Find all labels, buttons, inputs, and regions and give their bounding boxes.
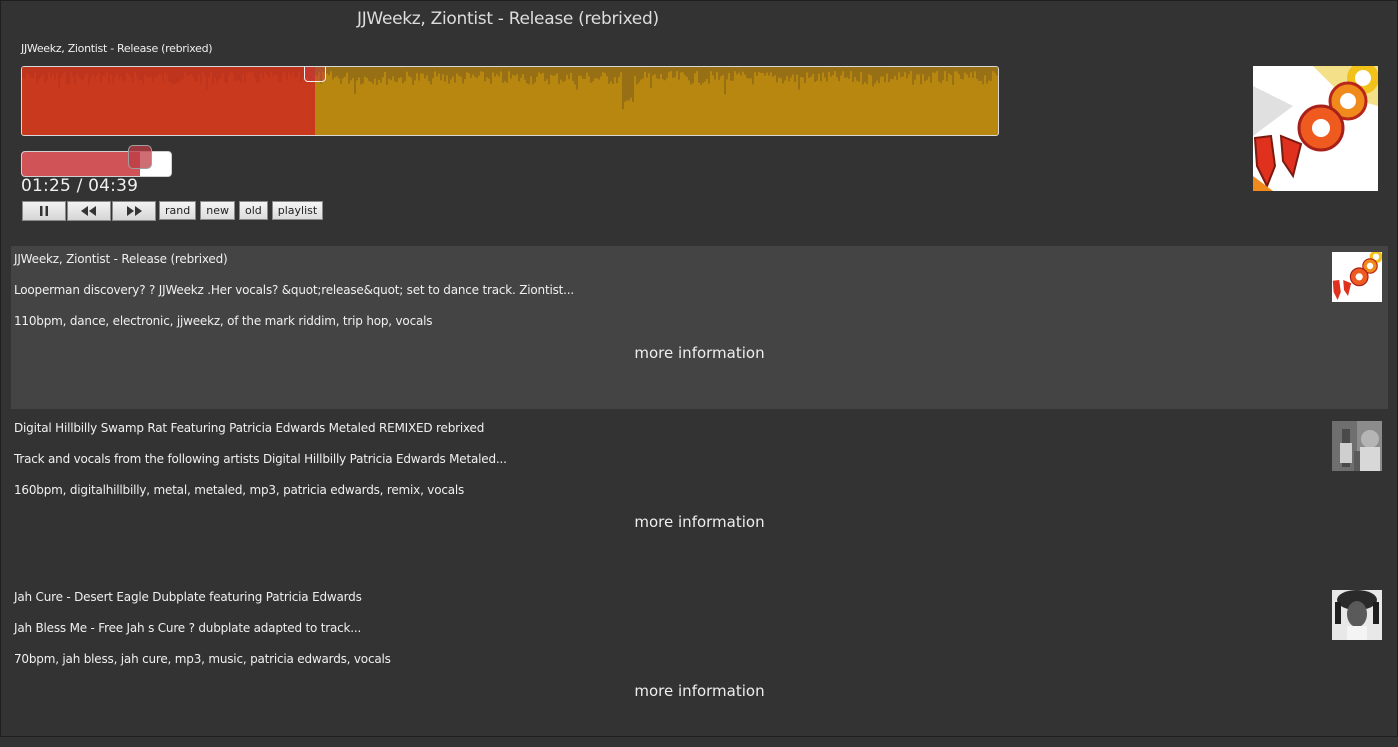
fast-forward-button[interactable]: [112, 201, 156, 221]
pause-icon: [40, 206, 48, 216]
track-tags: 70bpm, jah bless, jah cure, mp3, music, …: [14, 652, 391, 666]
track-description: Track and vocals from the following arti…: [14, 452, 507, 466]
vroom-artwork: [1253, 62, 1379, 191]
page-title: JJWeekz, Ziontist - Release (rebrixed): [357, 9, 659, 29]
volume-handle[interactable]: [127, 145, 152, 169]
transport-controls: [22, 201, 157, 221]
volume-slider[interactable]: [21, 145, 172, 177]
photo-thumbnail: [1332, 421, 1382, 471]
volume-fill: [22, 152, 140, 176]
more-information-link[interactable]: more information: [11, 513, 1388, 531]
track-thumbnail[interactable]: [1332, 590, 1382, 640]
pause-button[interactable]: [22, 201, 66, 221]
track-tags: 110bpm, dance, electronic, jjweekz, of t…: [14, 314, 433, 328]
track-tags: 160bpm, digitalhillbilly, metal, metaled…: [14, 483, 465, 497]
new-button[interactable]: new: [200, 201, 235, 220]
time-display: 01:25 / 04:39: [21, 176, 139, 196]
more-information-link[interactable]: more information: [11, 344, 1388, 362]
rand-button[interactable]: rand: [159, 201, 197, 220]
track-item[interactable]: JJWeekz, Ziontist - Release (rebrixed) L…: [11, 246, 1388, 409]
old-button[interactable]: old: [238, 201, 268, 220]
track-item[interactable]: Jah Cure - Desert Eagle Dubplate featuri…: [11, 584, 1388, 747]
track-description: Looperman discovery? ? JJWeekz .Her voca…: [14, 283, 574, 297]
rewind-button[interactable]: [67, 201, 111, 221]
more-information-link[interactable]: more information: [11, 682, 1388, 700]
fast-forward-icon: [127, 206, 142, 216]
cover-art: [1253, 62, 1379, 191]
track-item[interactable]: Digital Hillbilly Swamp Rat Featuring Pa…: [11, 415, 1388, 578]
seek-handle[interactable]: [303, 67, 326, 82]
track-description: Jah Bless Me - Free Jah s Cure ? dubplat…: [14, 621, 362, 635]
waveform-seekbar[interactable]: [21, 66, 999, 136]
track-thumbnail[interactable]: [1332, 252, 1382, 302]
rewind-icon: [81, 206, 96, 216]
vroom-thumbnail: [1332, 252, 1382, 302]
playlist-button[interactable]: playlist: [271, 201, 324, 220]
waveform-graphic: [22, 67, 998, 110]
photo-thumbnail: [1332, 590, 1382, 640]
track-title[interactable]: Jah Cure - Desert Eagle Dubplate featuri…: [14, 590, 362, 604]
filter-buttons: rand new old playlist: [159, 201, 324, 220]
waveform-title: JJWeekz, Ziontist - Release (rebrixed): [21, 42, 213, 55]
track-thumbnail[interactable]: [1332, 421, 1382, 471]
track-title[interactable]: JJWeekz, Ziontist - Release (rebrixed): [14, 252, 228, 266]
track-title[interactable]: Digital Hillbilly Swamp Rat Featuring Pa…: [14, 421, 484, 435]
